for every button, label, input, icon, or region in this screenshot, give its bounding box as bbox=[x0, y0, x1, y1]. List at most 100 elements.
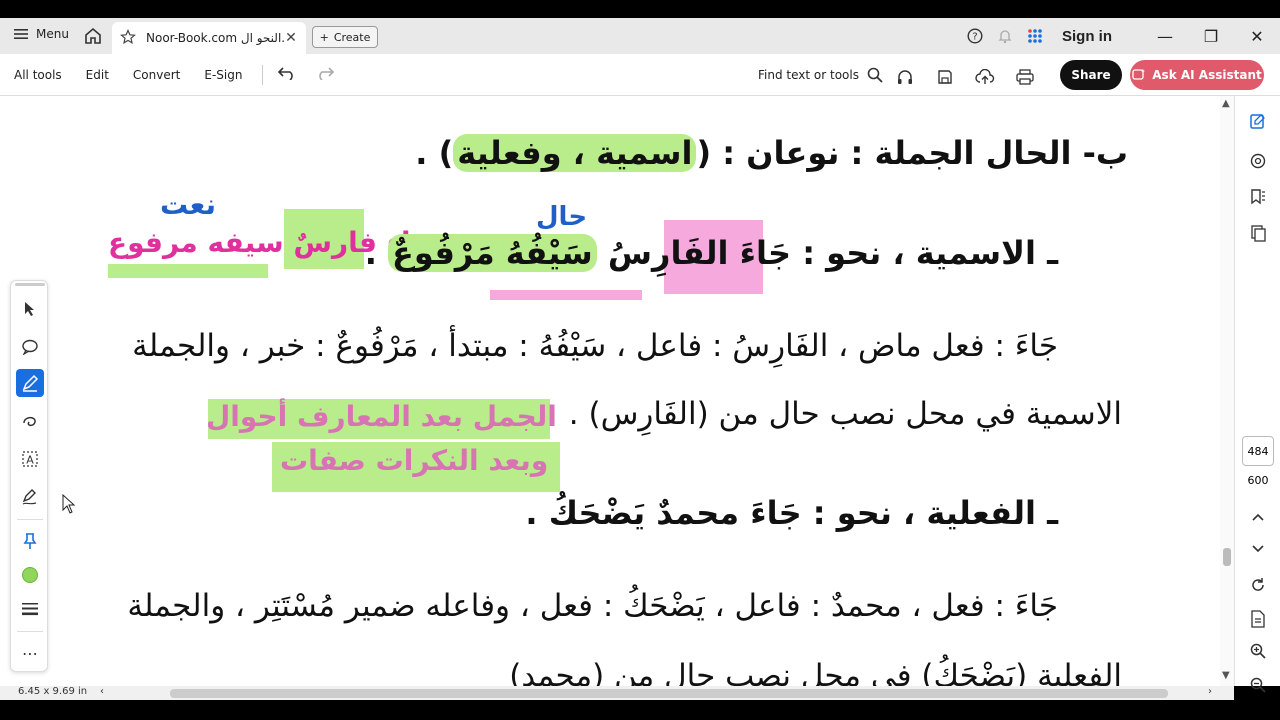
print-icon[interactable] bbox=[1010, 62, 1040, 92]
note-naat: نعت bbox=[160, 188, 216, 221]
next-page-chevron-down-icon[interactable] bbox=[1245, 536, 1271, 562]
line-weight-icon[interactable] bbox=[16, 595, 44, 623]
doc-line-6: جَاءَ : فعل ، محمدٌ : فاعل ، يَضْحَكُ : … bbox=[127, 588, 1058, 624]
svg-text:A: A bbox=[26, 454, 34, 467]
vertical-scroll-thumb[interactable] bbox=[1223, 548, 1231, 566]
page-document-icon[interactable] bbox=[1245, 606, 1271, 632]
redo-icon[interactable] bbox=[315, 66, 335, 83]
tool-divider bbox=[17, 519, 43, 520]
tab-document[interactable]: Noor-Book.com النحو ال... ✕ bbox=[112, 22, 306, 54]
find-text-or-tools[interactable]: Find text or tools bbox=[758, 67, 883, 83]
rotate-refresh-icon[interactable] bbox=[1245, 572, 1271, 598]
scroll-down-arrow-icon[interactable]: ▼ bbox=[1222, 670, 1230, 681]
horizontal-scroll-thumb[interactable] bbox=[170, 689, 1168, 698]
drag-handle[interactable] bbox=[15, 283, 45, 286]
home-button[interactable] bbox=[82, 25, 104, 47]
read-aloud-headphones-icon[interactable] bbox=[890, 62, 920, 92]
ai-sparkle-icon bbox=[1132, 69, 1146, 80]
close-tab-icon[interactable]: ✕ bbox=[284, 30, 298, 46]
total-pages: 600 bbox=[1247, 474, 1269, 487]
note-rule-1: الجمل بعد المعارف أحوال bbox=[206, 400, 557, 433]
edit-menu[interactable]: Edit bbox=[86, 68, 109, 82]
doc-line-1-prefix: ب- الحال الجملة : نوعان : ( bbox=[696, 134, 1128, 172]
vertical-scrollbar[interactable]: ▲ ▼ bbox=[1220, 96, 1234, 686]
comment-icon[interactable] bbox=[16, 333, 44, 361]
doc-line-2-prefix: ـ الاسمية ، نحو : جَاءَ bbox=[728, 234, 1058, 272]
doc-line-1-highlight: اسمية ، وفعلية bbox=[453, 134, 697, 172]
share-label: Share bbox=[1071, 68, 1111, 82]
undo-icon[interactable] bbox=[277, 66, 297, 83]
page-dimensions: 6.45 x 9.69 in bbox=[18, 686, 88, 697]
right-rail: 484 600 bbox=[1234, 96, 1280, 693]
doc-line-3: جَاءَ : فعل ماض ، الفَارِسُ : فاعل ، سَي… bbox=[132, 328, 1058, 364]
share-button[interactable]: Share bbox=[1060, 60, 1122, 90]
bookmarks-icon[interactable] bbox=[1245, 184, 1271, 210]
zoom-out-icon[interactable] bbox=[1245, 672, 1271, 698]
hamburger-icon bbox=[14, 29, 28, 39]
pin-icon[interactable] bbox=[16, 527, 44, 555]
highlighter-pen-icon[interactable] bbox=[16, 369, 44, 397]
scroll-right-arrow-icon[interactable]: › bbox=[1208, 686, 1212, 697]
doc-line-2-highlight: سَيْفُهُ مَرْفُوعٌ bbox=[388, 234, 597, 272]
doc-line-2-faris: الفَارِسُ bbox=[607, 234, 729, 272]
doc-line-2-suffix: . bbox=[364, 234, 389, 272]
doc-line-7: الفعلية (يَضْحَكُ) في محل نصب حال من (مح… bbox=[509, 658, 1122, 686]
annotation-tool-strip: A ⋯ bbox=[10, 280, 48, 672]
comment-panel-icon[interactable] bbox=[1245, 148, 1271, 174]
status-bar: 6.45 x 9.69 in ‹ › bbox=[0, 686, 1234, 700]
esign-menu[interactable]: E-Sign bbox=[204, 68, 242, 82]
scroll-up-arrow-icon[interactable]: ▲ bbox=[1222, 98, 1230, 109]
doc-line-2: ـ الاسمية ، نحو : جَاءَ الفَارِسُ سَيْفُ… bbox=[365, 234, 1058, 272]
screen-top-border bbox=[0, 0, 1280, 18]
doc-line-1-suffix: ) . bbox=[415, 134, 454, 172]
select-arrow-icon[interactable] bbox=[16, 295, 44, 323]
document-page: ب- الحال الجملة : نوعان : (اسمية ، وفعلي… bbox=[0, 96, 1220, 686]
main-toolbar: All tools Edit Convert E-Sign Find text … bbox=[0, 54, 1280, 96]
doc-line-5: ـ الفعلية ، نحو : جَاءَ محمدٌ يَضْحَكُ . bbox=[525, 494, 1058, 532]
tool-divider-2 bbox=[17, 631, 43, 632]
previous-page-chevron-up-icon[interactable] bbox=[1245, 504, 1271, 530]
note-green-underline bbox=[108, 264, 268, 278]
toolbar-divider bbox=[262, 64, 264, 85]
note-hal: حال bbox=[536, 202, 588, 232]
restore-icon[interactable]: ❐ bbox=[1188, 27, 1234, 46]
find-label: Find text or tools bbox=[758, 68, 859, 82]
current-page-input[interactable]: 484 bbox=[1242, 436, 1274, 466]
window-close-icon[interactable]: ✕ bbox=[1234, 27, 1280, 46]
note-rule-2: وبعد النكرات صفات bbox=[280, 444, 549, 477]
create-label: Create bbox=[333, 30, 371, 44]
sign-in-link[interactable]: Sign in bbox=[1062, 28, 1112, 45]
help-icon[interactable]: ? bbox=[960, 21, 990, 51]
pink-underline bbox=[490, 290, 642, 300]
search-icon bbox=[867, 67, 883, 83]
pages-thumbnails-icon[interactable] bbox=[1245, 220, 1271, 246]
fill-sign-icon[interactable] bbox=[16, 483, 44, 511]
convert-menu[interactable]: Convert bbox=[133, 68, 180, 82]
toolbar-icon-group bbox=[890, 62, 1040, 92]
tab-title: Noor-Book.com النحو ال... bbox=[146, 31, 284, 45]
all-tools-menu[interactable]: All tools bbox=[14, 68, 62, 82]
text-box-icon[interactable]: A bbox=[16, 445, 44, 473]
notification-bell-icon[interactable] bbox=[990, 21, 1020, 51]
menu-label: Menu bbox=[36, 27, 69, 41]
upload-cloud-icon[interactable] bbox=[970, 62, 1000, 92]
more-options-icon[interactable]: ⋯ bbox=[16, 639, 44, 667]
screen-bottom-border bbox=[0, 700, 1280, 720]
tab-bar: Menu Noor-Book.com النحو ال... ✕ + Creat… bbox=[0, 18, 1280, 54]
apps-grid-icon[interactable] bbox=[1020, 21, 1050, 51]
mouse-cursor-icon bbox=[62, 494, 76, 514]
note-sentence-rest: سيفه مرفوع bbox=[108, 226, 284, 259]
color-swatch-icon[interactable] bbox=[16, 561, 44, 589]
star-icon[interactable] bbox=[120, 28, 138, 48]
scroll-left-arrow-icon[interactable]: ‹ bbox=[100, 686, 104, 697]
svg-text:?: ? bbox=[972, 32, 977, 43]
edit-pdf-panel-icon[interactable] bbox=[1245, 108, 1271, 134]
doc-line-4: الاسمية في محل نصب حال من (الفَارِس) . bbox=[568, 396, 1122, 432]
ask-ai-assistant-button[interactable]: Ask AI Assistant bbox=[1130, 60, 1264, 90]
minimize-icon[interactable]: — bbox=[1142, 27, 1188, 46]
menu-button[interactable]: Menu bbox=[14, 27, 69, 41]
save-icon[interactable] bbox=[930, 62, 960, 92]
freehand-draw-icon[interactable] bbox=[16, 407, 44, 435]
create-button[interactable]: + Create bbox=[312, 26, 378, 48]
zoom-in-icon[interactable] bbox=[1245, 638, 1271, 664]
